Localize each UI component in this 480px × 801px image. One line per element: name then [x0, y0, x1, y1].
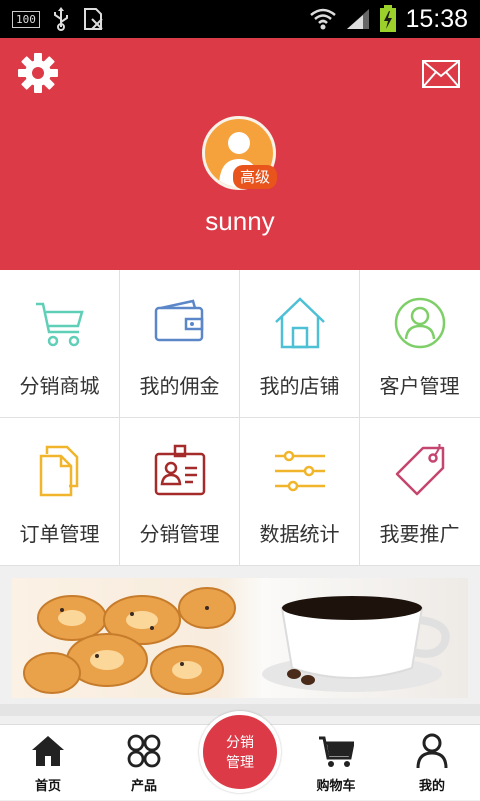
- user-circle-icon: [394, 297, 446, 349]
- documents-icon: [39, 445, 79, 497]
- cart-icon: [319, 736, 354, 767]
- sim-icon: [83, 8, 103, 30]
- menu-label: 数据统计: [259, 522, 340, 546]
- tab-label: 首页: [34, 779, 61, 794]
- tab-mine[interactable]: 我的: [384, 725, 480, 801]
- usb-icon: [53, 7, 68, 31]
- menu-item-distribution-management[interactable]: 分销管理: [120, 418, 240, 566]
- person-icon: [416, 733, 448, 769]
- menu-item-data-statistics[interactable]: 数据统计: [240, 418, 360, 566]
- home-icon: [32, 736, 64, 766]
- status-bar: 100 15:38: [0, 0, 480, 38]
- tag-icon: [395, 444, 445, 496]
- level-badge: 高级: [233, 165, 278, 189]
- menu-item-promote[interactable]: 我要推广: [360, 418, 480, 566]
- settings-gear-icon[interactable]: [17, 52, 59, 94]
- mail-icon[interactable]: [422, 60, 460, 88]
- profile-header: 高级 sunny: [0, 38, 480, 270]
- battery-percent-icon: 100: [12, 10, 40, 28]
- tab-label: 购物车: [316, 779, 356, 794]
- tab-home[interactable]: 首页: [0, 725, 96, 801]
- tab-label: 产品: [130, 779, 157, 794]
- menu-label: 订单管理: [19, 522, 100, 546]
- distribution-management-fab[interactable]: 分销 管理: [199, 711, 281, 793]
- wifi-icon: [310, 8, 337, 30]
- menu-label: 分销商城: [19, 374, 100, 398]
- menu-grid: 分销商城 我的佣金 我的店铺 客户管理 订单管理 分销管理 数据统计 我要推广: [0, 270, 480, 566]
- tab-cart[interactable]: 购物车: [288, 725, 384, 801]
- menu-label: 我的店铺: [259, 374, 340, 398]
- id-badge-icon: [154, 444, 206, 496]
- cookies-coffee-image: [23, 587, 450, 695]
- cart-icon: [36, 302, 84, 347]
- menu-label: 我要推广: [379, 522, 460, 546]
- username: sunny: [205, 206, 275, 236]
- home-icon: [275, 297, 325, 349]
- menu-label: 我的佣金: [139, 374, 220, 398]
- clock: 15:38: [405, 4, 468, 33]
- sliders-icon: [275, 450, 325, 492]
- menu-item-my-commission[interactable]: 我的佣金: [120, 270, 240, 418]
- fab-label-line1: 分销: [226, 735, 254, 751]
- grid-icon: [127, 734, 161, 768]
- menu-item-my-store[interactable]: 我的店铺: [240, 270, 360, 418]
- menu-item-order-management[interactable]: 订单管理: [0, 418, 120, 566]
- promo-banner[interactable]: [12, 578, 468, 698]
- menu-item-distribution-mall[interactable]: 分销商城: [0, 270, 120, 418]
- wallet-icon: [154, 299, 204, 342]
- menu-label: 分销管理: [139, 522, 220, 546]
- tab-products[interactable]: 产品: [96, 725, 192, 801]
- signal-icon: [347, 9, 370, 29]
- tab-label: 我的: [418, 779, 445, 794]
- battery-icon: [380, 5, 397, 32]
- fab-label-line2: 管理: [226, 755, 254, 771]
- menu-item-customer-management[interactable]: 客户管理: [360, 270, 480, 418]
- menu-label: 客户管理: [379, 374, 460, 398]
